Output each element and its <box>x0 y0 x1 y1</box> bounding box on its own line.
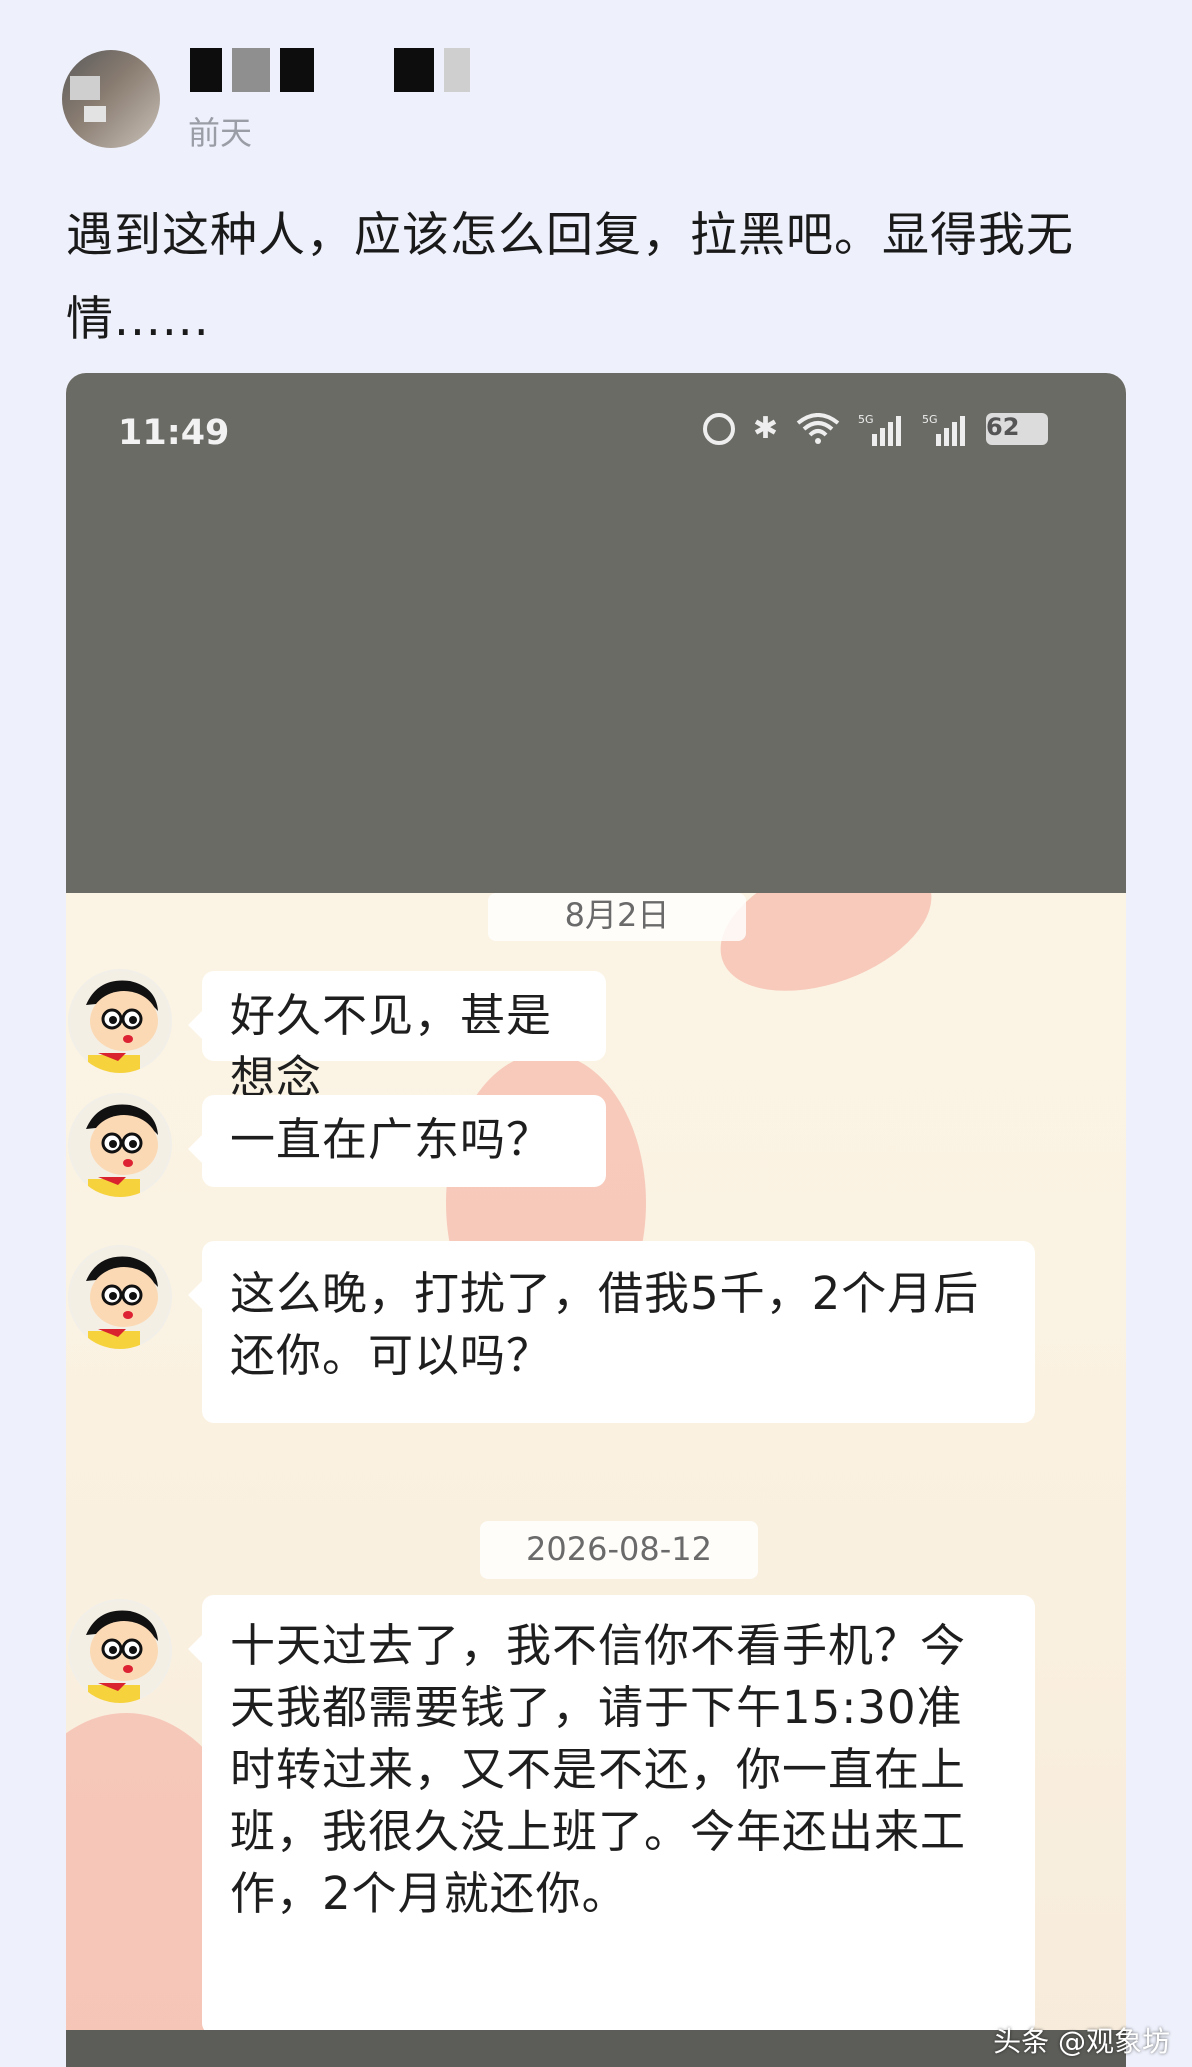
chat-bubble[interactable]: 好久不见，甚是想念 <box>188 971 606 1104</box>
contact-avatar[interactable] <box>68 1093 172 1197</box>
wifi-icon <box>796 412 840 444</box>
signal-5g-icon: 5G <box>858 413 901 446</box>
date-separator: 2026-08-12 <box>480 1521 758 1579</box>
screenshot-dark-area: 11:49 ✱ 5G 5G 62 <box>66 373 1126 893</box>
redaction-block <box>444 48 470 92</box>
battery-icon: 62 <box>986 412 1048 445</box>
redaction-block <box>232 48 270 92</box>
post-text: 遇到这种人，应该怎么回复，拉黑吧。显得我无情...... <box>66 208 1074 347</box>
network-label: 5G <box>922 413 938 426</box>
post-timestamp: 前天 <box>188 114 253 152</box>
embedded-chat-screenshot[interactable]: 11:49 ✱ 5G 5G 62 8月2日 好久不见，甚是想念 一直在广东吗？ … <box>66 373 1126 2067</box>
author-avatar[interactable] <box>62 50 160 148</box>
cartoon-face-icon <box>70 1095 170 1197</box>
cartoon-face-icon <box>70 1601 170 1703</box>
author-name-redacted[interactable] <box>190 48 470 92</box>
screenshot-bottom-bar <box>66 2030 1126 2067</box>
redaction-gap <box>324 48 384 92</box>
contact-avatar[interactable] <box>68 1245 172 1349</box>
redaction-block <box>280 48 314 92</box>
cartoon-face-icon <box>70 971 170 1073</box>
status-bar-time: 11:49 <box>118 413 230 453</box>
chat-bubble[interactable]: 这么晚，打扰了，借我5千，2个月后还你。可以吗？ <box>188 1241 1035 1423</box>
post-header: 前天 <box>62 48 1162 158</box>
network-label: 5G <box>858 413 874 426</box>
chat-bubble[interactable]: 十天过去了，我不信你不看手机？今天我都需要钱了，请于下午15:30准时转过来，又… <box>188 1595 1035 2035</box>
status-bar-icons: ✱ 5G 5G 62 <box>702 411 1048 446</box>
alarm-icon <box>702 412 735 445</box>
contact-avatar[interactable] <box>68 969 172 1073</box>
chat-area[interactable]: 8月2日 好久不见，甚是想念 一直在广东吗？ 这么晚，打扰了，借我5千，2个月后… <box>66 893 1126 2067</box>
watermark: 头条 @观象坊 <box>993 2025 1170 2058</box>
signal-5g-icon: 5G <box>922 413 965 446</box>
chat-bubble[interactable]: 一直在广东吗？ <box>188 1095 606 1187</box>
redaction-block <box>394 48 434 92</box>
contact-avatar[interactable] <box>68 1599 172 1703</box>
bluetooth-icon: ✱ <box>752 411 778 446</box>
redaction-block <box>190 48 222 92</box>
cartoon-face-icon <box>70 1247 170 1349</box>
date-separator: 8月2日 <box>488 893 746 941</box>
